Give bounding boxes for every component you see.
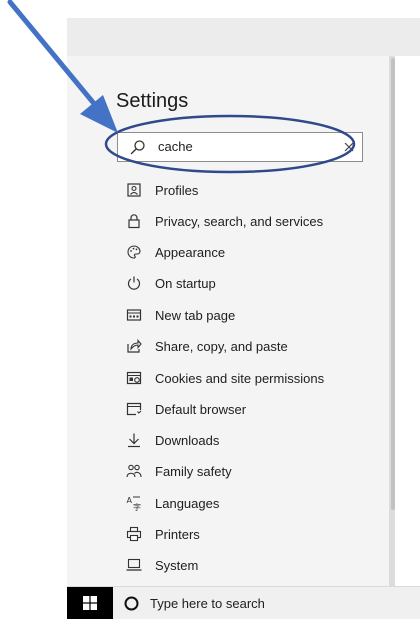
sidebar-item-label: Cookies and site permissions	[155, 370, 325, 386]
lock-icon	[128, 214, 140, 229]
languages-icon: A 字	[127, 496, 142, 511]
svg-text:A: A	[127, 496, 133, 505]
sidebar-item-on-startup[interactable]: On startup	[126, 273, 216, 293]
sidebar-item-label: Share, copy, and paste	[155, 338, 288, 354]
settings-content-area	[395, 56, 420, 586]
printer-icon	[126, 526, 142, 542]
sidebar-item-default-browser[interactable]: Default browser	[126, 399, 246, 419]
sidebar-item-label: Languages	[155, 495, 220, 511]
sidebar-item-downloads[interactable]: Downloads	[126, 430, 219, 450]
windows-logo-icon	[83, 596, 97, 610]
sidebar-item-label: Downloads	[155, 432, 220, 448]
svg-text:字: 字	[133, 502, 141, 511]
cookies-icon	[126, 371, 142, 385]
cortana-circle-icon[interactable]	[124, 596, 139, 611]
share-icon	[127, 339, 142, 353]
power-icon	[127, 276, 141, 290]
sidebar-item-appearance[interactable]: Appearance	[126, 242, 225, 262]
sidebar-item-profiles[interactable]: Profiles	[126, 180, 198, 200]
sidebar-item-label: New tab page	[155, 307, 236, 323]
browser-icon	[126, 402, 142, 416]
search-value[interactable]: cache	[158, 139, 193, 154]
settings-search-input[interactable]: cache	[117, 132, 363, 162]
close-icon[interactable]	[342, 140, 356, 154]
sidebar-item-family-safety[interactable]: Family safety	[126, 461, 232, 481]
palette-icon	[127, 245, 141, 259]
profile-icon	[127, 183, 141, 197]
sidebar-item-privacy[interactable]: Privacy, search, and services	[126, 211, 323, 231]
windows-taskbar: Type here to search	[67, 586, 420, 619]
page-title: Settings	[116, 90, 189, 112]
system-icon	[126, 558, 142, 571]
sidebar-item-new-tab-page[interactable]: New tab page	[126, 305, 235, 325]
family-icon	[126, 464, 142, 478]
sidebar-item-cookies[interactable]: Cookies and site permissions	[126, 368, 324, 388]
sidebar-item-share-copy-paste[interactable]: Share, copy, and paste	[126, 336, 288, 356]
sidebar-item-label: Appearance	[155, 244, 226, 260]
sidebar-item-label: System	[155, 557, 199, 573]
sidebar-item-printers[interactable]: Printers	[126, 524, 200, 544]
sidebar-item-label: Printers	[155, 526, 200, 542]
sidebar-item-languages[interactable]: A 字 Languages	[126, 493, 220, 513]
new-tab-icon	[126, 309, 142, 321]
sidebar-item-system[interactable]: System	[126, 555, 198, 575]
taskbar-search-input[interactable]: Type here to search	[150, 596, 265, 611]
sidebar-item-label: Profiles	[155, 182, 199, 198]
start-button[interactable]	[67, 587, 113, 619]
sidebar-item-label: On startup	[155, 275, 216, 291]
search-icon	[130, 140, 145, 155]
sidebar-item-label: Privacy, search, and services	[155, 213, 324, 229]
download-icon	[128, 433, 140, 448]
sidebar-item-label: Default browser	[155, 401, 247, 417]
browser-titlebar	[67, 18, 420, 56]
sidebar-item-label: Family safety	[155, 463, 232, 479]
